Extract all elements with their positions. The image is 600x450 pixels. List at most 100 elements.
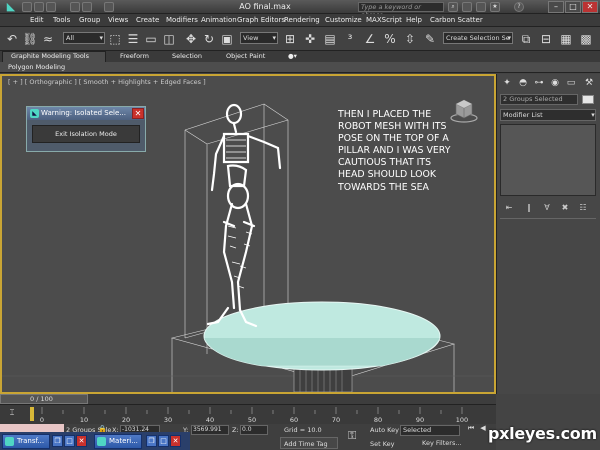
exit-isolation-mode-button[interactable]: Exit Isolation Mode <box>32 125 140 143</box>
project-folder-icon[interactable] <box>104 2 114 12</box>
tab-selection[interactable]: Selection <box>172 52 202 60</box>
maximize-icon[interactable]: □ <box>158 435 169 447</box>
menu-modifiers[interactable]: Modifiers <box>166 16 198 24</box>
create-tab-icon[interactable]: ✦ <box>501 77 513 89</box>
menu-graph-editors[interactable]: Graph Editors <box>237 16 285 24</box>
previous-frame-icon[interactable]: ◀ <box>478 423 488 433</box>
menu-create[interactable]: Create <box>136 16 159 24</box>
set-key-button[interactable]: Set Key <box>370 440 395 448</box>
y-coordinate-field[interactable]: 3569.991 <box>191 425 229 435</box>
current-frame-marker[interactable] <box>30 407 34 421</box>
tab-object-paint[interactable]: Object Paint <box>226 52 265 60</box>
pillar-mesh[interactable] <box>203 301 441 392</box>
menu-views[interactable]: Views <box>108 16 128 24</box>
z-coordinate-field[interactable]: 0.0 <box>240 425 268 435</box>
save-file-icon[interactable] <box>46 2 56 12</box>
bind-space-warp-icon[interactable]: ≈ <box>40 31 56 47</box>
pivot-center-icon[interactable]: ⊞ <box>282 31 298 47</box>
window-crossing-icon[interactable]: ◫ <box>161 31 177 47</box>
named-selection-dropdown[interactable]: Create Selection Se <box>443 32 513 44</box>
modifier-stack[interactable] <box>500 124 596 196</box>
select-scale-icon[interactable]: ▣ <box>219 31 235 47</box>
spinner-snap-icon[interactable]: ⇳ <box>402 31 418 47</box>
render-setup-icon[interactable]: ▩ <box>578 31 594 47</box>
undo-tool-icon[interactable]: ↶ <box>4 31 20 47</box>
close-button[interactable]: ✕ <box>582 1 598 13</box>
search-icon[interactable]: ⌕ <box>448 2 458 12</box>
restore-icon[interactable]: ❐ <box>52 435 63 447</box>
maximize-icon[interactable]: □ <box>64 435 75 447</box>
open-mini-curve-editor-icon[interactable]: ⌶ <box>6 408 18 418</box>
key-icon[interactable]: ⚿ <box>348 430 362 442</box>
align-icon[interactable]: ⊟ <box>538 31 554 47</box>
utilities-tab-icon[interactable]: ⚒ <box>583 77 595 89</box>
tab-freeform[interactable]: Freeform <box>120 52 149 60</box>
select-manipulate-icon[interactable]: ✜ <box>302 31 318 47</box>
edit-named-selection-icon[interactable]: ✎ <box>422 31 438 47</box>
menu-edit[interactable]: Edit <box>30 16 44 24</box>
modify-tab-icon[interactable]: ◓ <box>517 77 529 89</box>
reference-coordinate-dropdown[interactable]: View <box>240 32 278 44</box>
dialog-titlebar[interactable]: ◣ Warning: Isolated Sele... ✕ <box>27 107 145 120</box>
menu-group[interactable]: Group <box>79 16 100 24</box>
menu-carbon-scatter[interactable]: Carbon Scatter <box>430 16 483 24</box>
close-icon[interactable]: ✕ <box>170 435 181 447</box>
configure-modifier-sets-icon[interactable]: ☷ <box>577 202 589 214</box>
favorites-star-icon[interactable]: ★ <box>490 2 500 12</box>
undo-icon[interactable] <box>70 2 80 12</box>
select-rotate-icon[interactable]: ↻ <box>201 31 217 47</box>
subtab-polygon-modeling[interactable]: Polygon Modeling <box>8 63 65 71</box>
select-move-icon[interactable]: ✥ <box>183 31 199 47</box>
search-input[interactable]: Type a keyword or phrase <box>358 2 444 19</box>
taskbar-transform-window[interactable]: Transf... <box>2 434 50 449</box>
object-name-field[interactable]: 2 Groups Selected <box>500 94 578 105</box>
display-tab-icon[interactable]: ▭ <box>565 77 577 89</box>
hierarchy-tab-icon[interactable]: ⊶ <box>533 77 545 89</box>
menu-customize[interactable]: Customize <box>325 16 362 24</box>
rectangular-selection-icon[interactable]: ▭ <box>143 31 159 47</box>
goto-start-icon[interactable]: ⏮ <box>466 423 476 433</box>
pin-stack-icon[interactable]: ⇤ <box>503 202 515 214</box>
minimize-button[interactable]: – <box>548 1 564 13</box>
motion-tab-icon[interactable]: ◉ <box>549 77 561 89</box>
keyboard-shortcut-icon[interactable]: ▤ <box>322 31 338 47</box>
layer-manager-icon[interactable]: ▦ <box>558 31 574 47</box>
help-icon[interactable]: ? <box>514 2 524 12</box>
mirror-icon[interactable]: ⧉ <box>518 31 534 47</box>
3dsmax-logo-icon[interactable]: ◣ <box>3 1 19 13</box>
restore-icon[interactable]: ❐ <box>146 435 157 447</box>
maximize-button[interactable]: □ <box>565 1 581 13</box>
track-bar[interactable]: ⌶ 0 10 20 30 40 50 60 70 80 90 100 <box>0 404 496 424</box>
new-file-icon[interactable] <box>22 2 32 12</box>
communication-center-icon[interactable] <box>476 2 486 12</box>
key-filters-button[interactable]: Key Filters... <box>422 439 462 447</box>
ribbon-options-icon[interactable]: ●▾ <box>288 52 297 60</box>
select-object-icon[interactable]: ⬚ <box>107 31 123 47</box>
menu-maxscript[interactable]: MAXScript <box>366 16 402 24</box>
menu-help[interactable]: Help <box>406 16 422 24</box>
select-by-name-icon[interactable]: ☰ <box>125 31 141 47</box>
key-mode-dropdown[interactable]: Selected <box>400 425 460 436</box>
time-slider[interactable]: 0 / 100 <box>0 394 496 404</box>
auto-key-button[interactable]: Auto Key <box>370 426 399 434</box>
tab-graphite-modeling-tools[interactable]: Graphite Modeling Tools <box>11 52 89 60</box>
angle-snap-icon[interactable]: ∠ <box>362 31 378 47</box>
percent-snap-icon[interactable]: % <box>382 31 398 47</box>
menu-animation[interactable]: Animation <box>201 16 237 24</box>
taskbar-material-window[interactable]: Materi... <box>94 434 142 449</box>
remove-modifier-icon[interactable]: ✖ <box>559 202 571 214</box>
menu-tools[interactable]: Tools <box>53 16 70 24</box>
show-end-result-icon[interactable]: ‖ <box>523 202 535 214</box>
viewport-label[interactable]: [ + ] [ Orthographic ] [ Smooth + Highli… <box>8 78 206 86</box>
menu-rendering[interactable]: Rendering <box>284 16 320 24</box>
close-icon[interactable]: ✕ <box>132 108 144 119</box>
object-color-swatch[interactable] <box>582 95 594 104</box>
robot-mesh[interactable] <box>206 103 282 328</box>
make-unique-icon[interactable]: ∀ <box>541 202 553 214</box>
modifier-list-dropdown[interactable]: Modifier List ▾ <box>500 109 596 121</box>
viewport[interactable]: [ + ] [ Orthographic ] [ Smooth + Highli… <box>0 74 496 394</box>
select-link-icon[interactable]: ⛓ <box>22 31 38 47</box>
close-icon[interactable]: ✕ <box>76 435 87 447</box>
open-file-icon[interactable] <box>34 2 44 12</box>
redo-icon[interactable] <box>82 2 92 12</box>
